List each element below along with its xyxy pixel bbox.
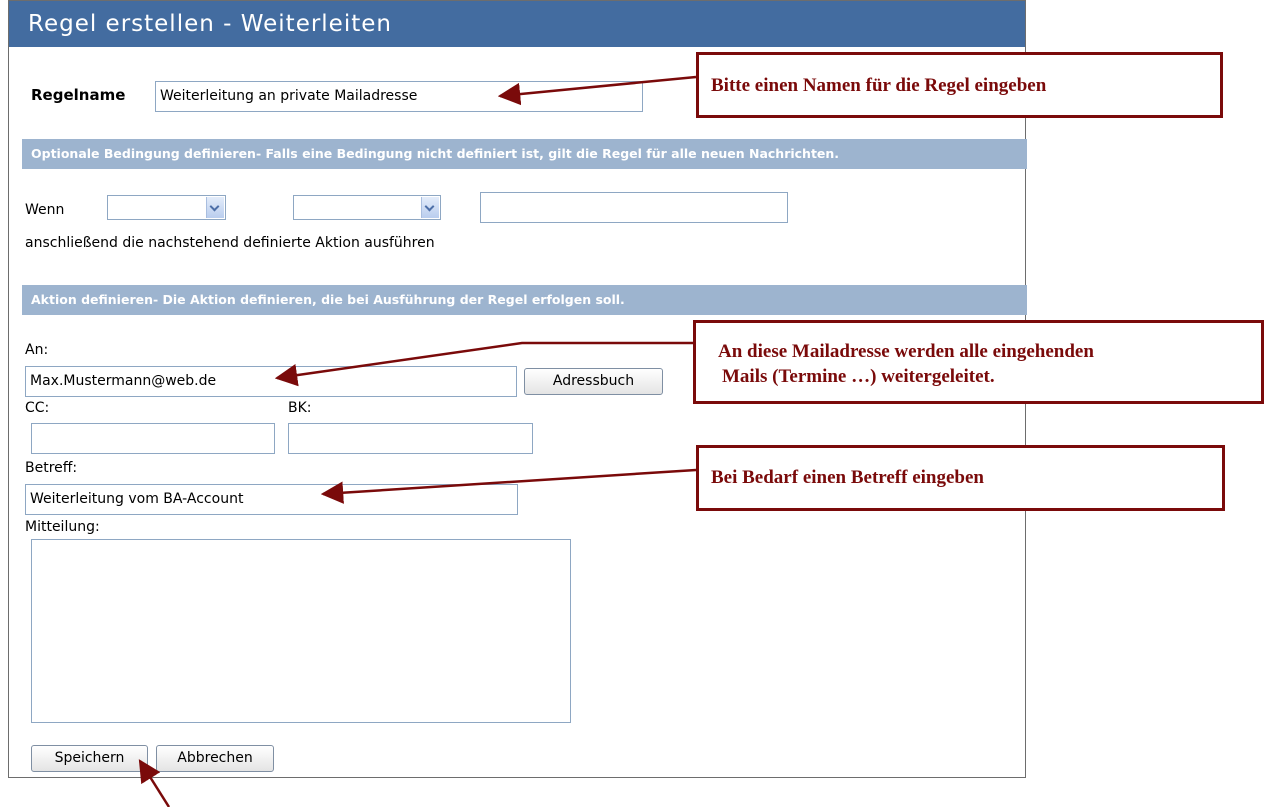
annotated-screenshot: Regel erstellen - Weiterleiten Regelname… — [0, 0, 1264, 807]
arrow-to-rule-name — [497, 75, 697, 106]
arrow-to-subject — [320, 468, 697, 504]
arrow-to-address — [274, 341, 693, 387]
callout-arrows — [138, 75, 697, 807]
arrow-to-save — [138, 759, 171, 807]
